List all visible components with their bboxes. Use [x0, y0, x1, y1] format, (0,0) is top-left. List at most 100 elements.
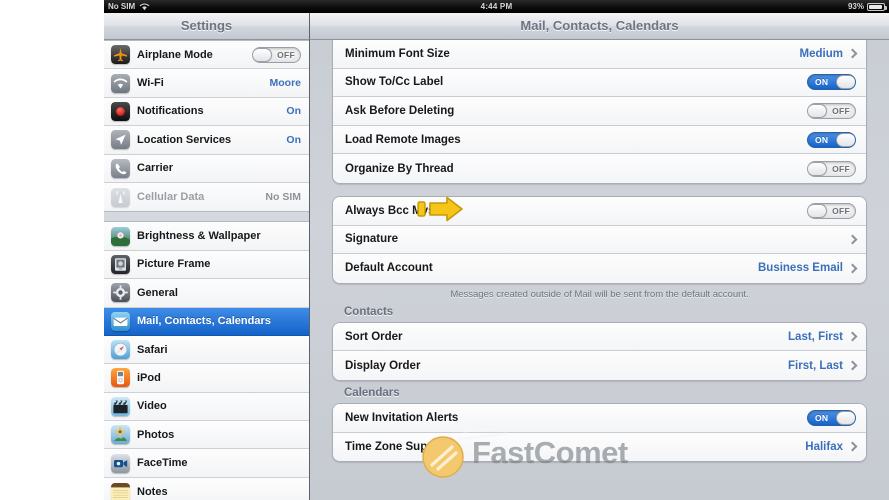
sidebar-item-label: Notifications — [137, 105, 204, 118]
location-services-value: On — [286, 133, 301, 146]
row-load-remote-images[interactable]: Load Remote Images ON — [333, 125, 866, 155]
row-label: Ask Before Deleting — [345, 104, 455, 117]
sidebar-item-wifi[interactable]: Wi-Fi Moore — [104, 69, 309, 98]
row-sort-order[interactable]: Sort Order Last, First — [333, 322, 866, 352]
contacts-settings-group: Sort Order Last, First Display Order Fir… — [332, 321, 867, 381]
row-label: Default Account — [345, 262, 433, 275]
sidebar-item-facetime[interactable]: FaceTime — [104, 449, 309, 478]
battery-icon — [867, 2, 887, 11]
ipad-screen: No SIM 4:44 PM 93% Settings Mail, Contac… — [104, 0, 889, 500]
sidebar-item-safari[interactable]: Safari — [104, 335, 309, 365]
chevron-right-icon — [849, 331, 856, 342]
row-value: First, Last — [788, 359, 843, 372]
cellular-data-icon — [111, 187, 130, 207]
new-invitation-alerts-toggle[interactable]: ON — [807, 409, 856, 426]
facetime-icon — [111, 453, 130, 473]
sidebar-group-connectivity: Airplane Mode OFF Wi-Fi Moore Notificati… — [104, 40, 309, 213]
mail-settings-group-2: Always Bcc Myself OFF Signature Default … — [332, 195, 867, 284]
row-label: Load Remote Images — [345, 133, 461, 146]
cellular-data-value: No SIM — [265, 191, 301, 204]
brightness-wallpaper-icon — [111, 226, 130, 246]
chevron-right-icon — [849, 234, 856, 245]
toggle-knob — [836, 75, 855, 90]
notes-icon — [111, 482, 130, 500]
organize-by-thread-toggle[interactable]: OFF — [807, 160, 856, 177]
row-label: Show To/Cc Label — [345, 76, 444, 89]
airplane-icon — [111, 45, 130, 65]
sidebar-item-notes[interactable]: Notes — [104, 477, 309, 500]
settings-nav-title: Settings — [104, 13, 310, 40]
sidebar-item-picture-frame[interactable]: Picture Frame — [104, 250, 309, 280]
toggle-state-label: OFF — [832, 105, 850, 116]
row-signature[interactable]: Signature — [333, 225, 866, 255]
load-remote-images-toggle[interactable]: ON — [807, 131, 856, 148]
sidebar-item-carrier[interactable]: Carrier — [104, 154, 309, 183]
sidebar-item-general[interactable]: General — [104, 279, 309, 308]
sidebar-item-video[interactable]: Video — [104, 392, 309, 422]
sidebar-item-label: iPod — [137, 371, 161, 384]
ipod-icon — [111, 368, 130, 388]
sidebar-item-label: Mail, Contacts, Calendars — [137, 315, 271, 328]
row-minimum-font-size[interactable]: Minimum Font Size Medium — [333, 40, 866, 69]
wifi-network-value: Moore — [269, 77, 302, 90]
detail-nav-title: Mail, Contacts, Calendars — [310, 13, 889, 40]
sidebar-item-brightness-wallpaper[interactable]: Brightness & Wallpaper — [104, 222, 309, 251]
row-value: Medium — [799, 47, 843, 60]
sidebar-item-label: Brightness & Wallpaper — [137, 230, 261, 243]
row-display-order[interactable]: Display Order First, Last — [333, 351, 866, 380]
sidebar-item-airplane-mode[interactable]: Airplane Mode OFF — [104, 41, 309, 70]
airplane-mode-toggle[interactable]: OFF — [252, 46, 301, 63]
toggle-state-label: ON — [815, 77, 829, 88]
toggle-knob — [808, 161, 827, 176]
row-value: Business Email — [757, 262, 843, 275]
carrier-phone-icon — [111, 158, 130, 178]
status-bar: No SIM 4:44 PM 93% — [104, 0, 889, 13]
ask-before-deleting-toggle[interactable]: OFF — [807, 102, 856, 119]
mail-icon — [111, 311, 130, 331]
row-ask-before-deleting[interactable]: Ask Before Deleting OFF — [333, 97, 866, 126]
photos-icon — [111, 425, 130, 445]
sidebar-item-photos[interactable]: Photos — [104, 421, 309, 450]
sidebar-item-label: Picture Frame — [137, 258, 211, 271]
show-to-cc-label-toggle[interactable]: ON — [807, 74, 856, 91]
row-default-account[interactable]: Default Account Business Email — [333, 254, 866, 283]
mail-settings-group-1: Minimum Font Size Medium Show To/Cc Labe… — [332, 40, 867, 184]
toggle-state-label: ON — [815, 134, 829, 145]
general-gear-icon — [111, 283, 130, 303]
row-value: Last, First — [788, 330, 843, 343]
always-bcc-myself-toggle[interactable]: OFF — [807, 202, 856, 219]
row-new-invitation-alerts[interactable]: New Invitation Alerts ON — [333, 403, 866, 433]
contacts-section-header: Contacts — [344, 305, 394, 318]
settings-sidebar[interactable]: Airplane Mode OFF Wi-Fi Moore Notificati… — [104, 40, 310, 500]
toggle-knob — [808, 103, 827, 118]
sidebar-item-ipod[interactable]: iPod — [104, 364, 309, 393]
row-label: Sort Order — [345, 330, 403, 343]
battery-percent-label: 93% — [847, 2, 864, 11]
mail-contacts-calendars-pane: Minimum Font Size Medium Show To/Cc Labe… — [310, 40, 889, 500]
toggle-state-label: OFF — [832, 205, 850, 216]
row-label: Minimum Font Size — [345, 47, 450, 60]
chevron-right-icon — [849, 360, 856, 371]
pane-spacer — [310, 184, 889, 196]
row-label: Always Bcc Myself — [345, 204, 448, 217]
status-bar-right: 93% — [847, 0, 887, 13]
row-organize-by-thread[interactable]: Organize By Thread OFF — [333, 154, 866, 183]
sidebar-item-label: Cellular Data — [137, 191, 205, 204]
row-always-bcc-myself[interactable]: Always Bcc Myself OFF — [333, 196, 866, 226]
row-time-zone-support[interactable]: Time Zone Support Halifax — [333, 432, 866, 462]
toggle-knob — [836, 132, 855, 147]
sidebar-item-mail-contacts-calendars[interactable]: Mail, Contacts, Calendars — [104, 307, 309, 336]
row-label: Signature — [345, 233, 399, 246]
toggle-knob — [253, 47, 272, 62]
chevron-right-icon — [849, 48, 856, 59]
notifications-value: On — [286, 105, 301, 118]
sidebar-item-location-services[interactable]: Location Services On — [104, 126, 309, 155]
sidebar-group-apps: Brightness & Wallpaper Picture Frame Gen… — [104, 221, 309, 500]
sidebar-item-cellular-data[interactable]: Cellular Data No SIM — [104, 182, 309, 212]
row-show-to-cc-label[interactable]: Show To/Cc Label ON — [333, 68, 866, 98]
toggle-state-label: OFF — [832, 163, 850, 174]
row-label: Time Zone Support — [345, 440, 450, 453]
sidebar-item-notifications[interactable]: Notifications On — [104, 97, 309, 127]
sidebar-item-label: Location Services — [137, 133, 232, 146]
toggle-knob — [836, 410, 855, 425]
